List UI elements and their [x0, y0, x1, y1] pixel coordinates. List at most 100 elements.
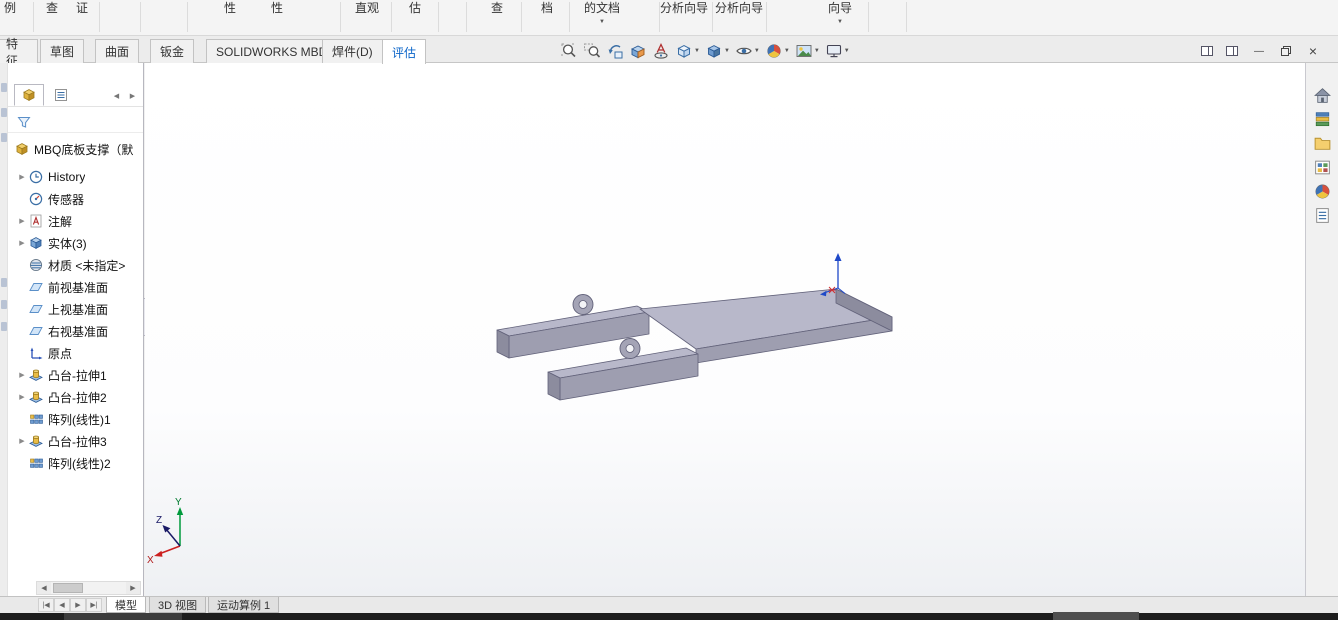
- ribbon-button[interactable]: 性: [224, 1, 236, 15]
- tab-sheet-metal[interactable]: 钣金: [150, 39, 195, 63]
- tree-item-solid-bodies[interactable]: ▶ 实体(3): [8, 233, 143, 253]
- tab-model[interactable]: 模型: [106, 597, 146, 613]
- tree-item-top-plane[interactable]: 上视基准面: [8, 299, 143, 319]
- ribbon-button[interactable]: 性: [271, 1, 283, 15]
- annotations-icon: [28, 213, 44, 229]
- model-lug-hole[interactable]: [625, 344, 635, 353]
- pane-toggle-right-button[interactable]: [1221, 42, 1243, 60]
- hide-show-items-button[interactable]: ▼: [733, 40, 762, 62]
- scroll-right-button[interactable]: ▶: [126, 582, 140, 594]
- view-orientation-button[interactable]: ▼: [673, 40, 702, 62]
- custom-properties-button[interactable]: [1311, 205, 1334, 226]
- tree-filter-bar[interactable]: [8, 111, 143, 133]
- ribbon-button[interactable]: 向导 ▼: [828, 1, 852, 26]
- property-manager-tab[interactable]: [46, 84, 76, 106]
- status-segment: [1053, 612, 1139, 620]
- expand-arrow-icon[interactable]: ▶: [16, 173, 28, 181]
- boss-extrude-icon: [28, 389, 44, 405]
- dynamic-annotation-views-button[interactable]: [650, 40, 672, 62]
- edit-appearance-button[interactable]: ▼: [763, 40, 792, 62]
- restore-button[interactable]: [1275, 42, 1297, 60]
- tree-item-boss-extrude1[interactable]: ▶ 凸台-拉伸1: [8, 365, 143, 385]
- panel-tab-next-button[interactable]: ▶: [126, 89, 139, 102]
- arrow-right-icon: ▶: [130, 585, 136, 592]
- origin-marker[interactable]: [820, 253, 846, 297]
- pane-toggle-left-button[interactable]: [1196, 42, 1218, 60]
- zoom-to-area-button[interactable]: [581, 40, 603, 62]
- pane-icon: [1200, 44, 1214, 58]
- tree-item-boss-extrude2[interactable]: ▶ 凸台-拉伸2: [8, 387, 143, 407]
- caret-down-icon[interactable]: ▼: [694, 48, 700, 54]
- ribbon-button[interactable]: 查: [46, 1, 58, 15]
- caret-down-icon[interactable]: ▼: [814, 48, 820, 54]
- graphics-viewport[interactable]: Y X Z: [145, 63, 1305, 596]
- design-library-button[interactable]: [1311, 109, 1334, 130]
- tree-item-root[interactable]: MBQ底板支撑（默: [8, 139, 143, 159]
- tab-weldments[interactable]: 焊件(D): [322, 39, 383, 63]
- minimize-button[interactable]: —: [1248, 42, 1270, 60]
- appearances-scenes-button[interactable]: [1311, 181, 1334, 202]
- ribbon-button[interactable]: 估: [409, 1, 421, 15]
- tree-item-label: 实体(3): [48, 236, 87, 251]
- view-palette-button[interactable]: [1311, 157, 1334, 178]
- caret-down-icon[interactable]: ▼: [724, 48, 730, 54]
- model-lug-hole[interactable]: [578, 300, 588, 309]
- tree-item-sensors[interactable]: 传感器: [8, 189, 143, 209]
- tab-motion-study-1[interactable]: 运动算例 1: [208, 597, 280, 613]
- nav-last-button[interactable]: ▶|: [86, 598, 102, 612]
- tree-item-linear-pattern1[interactable]: 阵列(线性)1: [8, 409, 143, 429]
- tab-3d-views[interactable]: 3D 视图: [149, 597, 207, 613]
- expand-arrow-icon[interactable]: ▶: [16, 393, 28, 401]
- ribbon-button[interactable]: 档: [541, 1, 553, 15]
- tree-item-annotations[interactable]: ▶ 注解: [8, 211, 143, 231]
- tab-features[interactable]: 特征: [0, 37, 38, 68]
- ribbon-button[interactable]: 分析向导: [660, 1, 708, 15]
- caret-down-icon[interactable]: ▼: [754, 48, 760, 54]
- nav-next-button[interactable]: ▶: [70, 598, 86, 612]
- model-lug-upper[interactable]: [572, 294, 594, 315]
- scrollbar-thumb[interactable]: [53, 583, 83, 593]
- close-button[interactable]: ×: [1302, 42, 1324, 60]
- model-scene[interactable]: Y X Z: [145, 63, 1305, 596]
- expand-arrow-icon[interactable]: ▶: [16, 239, 28, 247]
- tree-item-history[interactable]: ▶ History: [8, 167, 143, 187]
- ribbon-button[interactable]: 分析向导: [715, 1, 763, 15]
- display-style-button[interactable]: ▼: [703, 40, 732, 62]
- tab-surfaces[interactable]: 曲面: [95, 39, 140, 63]
- scroll-left-button[interactable]: ◀: [37, 582, 51, 594]
- caret-down-icon[interactable]: ▼: [784, 48, 790, 54]
- scrollbar-track[interactable]: [51, 582, 126, 594]
- tree-item-material[interactable]: 材质 <未指定>: [8, 255, 143, 275]
- expand-arrow-icon[interactable]: ▶: [16, 437, 28, 445]
- solidworks-resources-button[interactable]: [1311, 85, 1334, 106]
- panel-tab-prev-button[interactable]: ◀: [110, 89, 123, 102]
- tree-item-boss-extrude3[interactable]: ▶ 凸台-拉伸3: [8, 431, 143, 451]
- ribbon-button[interactable]: 查: [491, 1, 503, 15]
- expand-arrow-icon[interactable]: ▶: [16, 217, 28, 225]
- zoom-to-fit-button[interactable]: [558, 40, 580, 62]
- tree-item-linear-pattern2[interactable]: 阵列(线性)2: [8, 453, 143, 473]
- ribbon-button[interactable]: 直观: [355, 1, 379, 15]
- view-settings-button[interactable]: ▼: [823, 40, 852, 62]
- tab-sketch[interactable]: 草图: [40, 39, 85, 63]
- section-view-button[interactable]: [627, 40, 649, 62]
- ribbon-button[interactable]: 的文档 ▼: [584, 1, 620, 26]
- nav-first-button[interactable]: |◀: [38, 598, 54, 612]
- ribbon-button[interactable]: 证: [76, 1, 88, 15]
- file-explorer-button[interactable]: [1311, 133, 1334, 154]
- tree-horizontal-scrollbar[interactable]: ◀ ▶: [36, 581, 141, 595]
- ribbon-button[interactable]: 例: [4, 1, 16, 15]
- tree-item-origin[interactable]: 原点: [8, 343, 143, 363]
- apply-scene-button[interactable]: ▼: [793, 40, 822, 62]
- model-lug-lower[interactable]: [619, 338, 641, 359]
- caret-down-icon[interactable]: ▼: [844, 48, 850, 54]
- expand-arrow-icon[interactable]: ▶: [16, 371, 28, 379]
- properties-list-icon: [1313, 206, 1332, 225]
- previous-view-button[interactable]: [604, 40, 626, 62]
- tree-item-right-plane[interactable]: 右视基准面: [8, 321, 143, 341]
- tree-item-front-plane[interactable]: 前视基准面: [8, 277, 143, 297]
- tab-solidworks-mbd[interactable]: SOLIDWORKS MBD: [206, 39, 338, 63]
- tab-evaluate[interactable]: 评估: [382, 39, 427, 64]
- nav-prev-button[interactable]: ◀: [54, 598, 70, 612]
- feature-tree-tab[interactable]: [14, 84, 44, 106]
